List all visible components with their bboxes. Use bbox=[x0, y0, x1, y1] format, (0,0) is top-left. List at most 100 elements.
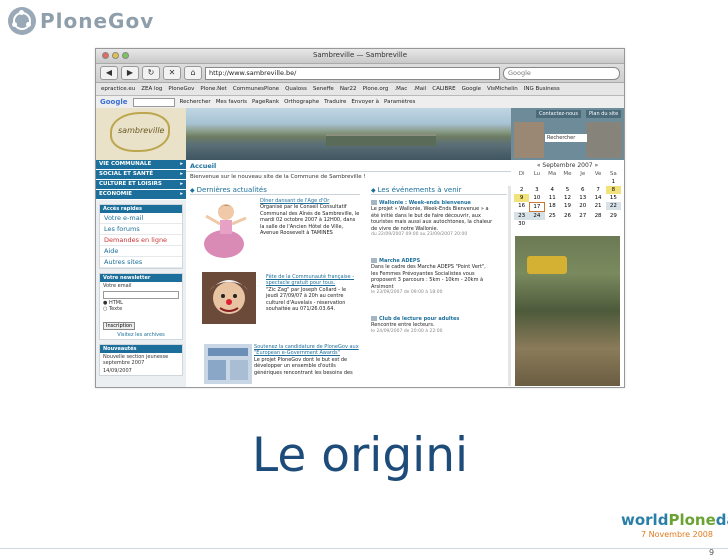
home-icon[interactable]: ⌂ bbox=[184, 66, 202, 80]
calendar-day[interactable]: 26 bbox=[560, 212, 575, 220]
reload-icon[interactable]: ↻ bbox=[142, 66, 160, 80]
calendar-day[interactable]: 19 bbox=[560, 202, 575, 210]
bookmark-item[interactable]: epractice.eu bbox=[101, 86, 135, 92]
sambreville-logo[interactable]: sambreville bbox=[96, 108, 186, 160]
calendar-day[interactable]: 17 bbox=[529, 202, 545, 212]
event-date: du 22/09/2007 09:00 au 23/09/2007 20:00 bbox=[371, 232, 468, 238]
calendar-day[interactable]: 24 bbox=[529, 212, 545, 220]
address-bar[interactable]: http://www.sambreville.be/ bbox=[205, 66, 500, 80]
calendar-day[interactable]: 22 bbox=[605, 202, 621, 210]
contact-link[interactable]: Contactez-nous bbox=[536, 110, 581, 118]
event-item: Marche ADEPS Dans le cadre des Marche AD… bbox=[371, 258, 507, 296]
bookmark-item[interactable]: ZEA log bbox=[141, 86, 162, 92]
plonegov-award-image bbox=[204, 344, 252, 384]
calendar-day[interactable]: 3 bbox=[529, 186, 544, 194]
bookmark-item[interactable]: CALIBRE bbox=[432, 86, 455, 92]
bookmark-item[interactable]: VisMichelin bbox=[487, 86, 518, 92]
calendar-day[interactable]: 23 bbox=[514, 212, 530, 220]
bookmark-item[interactable]: Seneffe bbox=[313, 86, 334, 92]
calendar-title: « Septembre 2007 » bbox=[536, 162, 599, 169]
calendar-day[interactable]: 12 bbox=[560, 194, 575, 202]
browser-navbar: ◀ ▶ ↻ ✕ ⌂ http://www.sambreville.be/ Goo… bbox=[96, 64, 624, 83]
bookmark-item[interactable]: .Mac bbox=[394, 86, 407, 92]
newsletter-subscribe-button[interactable]: Inscription bbox=[103, 322, 136, 330]
forward-arrow-icon[interactable]: ▶ bbox=[121, 66, 139, 80]
chevron-right-icon: ▸ bbox=[180, 171, 183, 177]
dancer-illustration bbox=[204, 204, 247, 258]
bookmark-item[interactable]: Nar22 bbox=[340, 86, 357, 92]
calendar-weekday: Je bbox=[580, 171, 586, 177]
calendar-day[interactable]: 9 bbox=[514, 194, 530, 202]
quick-link[interactable]: Autres sites bbox=[100, 257, 182, 268]
calendar-day[interactable]: 16 bbox=[514, 202, 529, 210]
quick-link[interactable]: Les forums bbox=[100, 224, 182, 235]
news-box-item[interactable]: Nouvelle section jeunesse septembre 2007 bbox=[100, 353, 182, 367]
stop-icon[interactable]: ✕ bbox=[163, 66, 181, 80]
calendar-day[interactable]: 15 bbox=[606, 194, 621, 202]
calendar-day[interactable]: 14 bbox=[590, 194, 605, 202]
site-main-content: Accueil Bienvenue sur le nouveau site de… bbox=[186, 160, 512, 387]
google-toolbar-item[interactable]: Envoyer à bbox=[351, 99, 379, 105]
event-poster[interactable] bbox=[515, 236, 620, 386]
newsletter-archives-link[interactable]: Visitez les archives bbox=[100, 331, 182, 339]
calendar-day[interactable]: 4 bbox=[545, 186, 560, 194]
calendar-day[interactable]: 13 bbox=[575, 194, 590, 202]
calendar-day[interactable]: 2 bbox=[514, 186, 529, 194]
bookmark-item[interactable]: Plone.org bbox=[363, 86, 389, 92]
calendar-day[interactable]: 1 bbox=[606, 178, 621, 186]
browser-search-input[interactable]: Google bbox=[503, 66, 620, 80]
breadcrumb[interactable]: Accueil bbox=[186, 160, 511, 172]
newsletter-text-radio[interactable]: ○ Texte bbox=[100, 306, 182, 312]
site-search-input[interactable]: Rechercher bbox=[545, 134, 587, 142]
back-arrow-icon[interactable]: ◀ bbox=[100, 66, 118, 80]
event-icon bbox=[371, 200, 377, 205]
quick-link[interactable]: Aide bbox=[100, 246, 182, 257]
calendar-day[interactable]: 25 bbox=[545, 212, 560, 220]
newsletter-email-input[interactable] bbox=[103, 291, 179, 299]
calendar-grid: Di Lu Ma Me Je Ve Sa 1 2 3 4 5 6 7 8 9 10 11 12 13 14 15 16 17 1… bbox=[514, 170, 621, 228]
menu-culture-loisirs[interactable]: CULTURE ET LOISIRS ▸ bbox=[96, 180, 186, 190]
google-toolbar-item[interactable]: Traduire bbox=[324, 99, 346, 105]
poster-badge bbox=[527, 256, 567, 274]
bookmark-item[interactable]: ING Business bbox=[524, 86, 560, 92]
calendar-day[interactable]: 11 bbox=[545, 194, 560, 202]
calendar-day[interactable]: 28 bbox=[590, 212, 605, 220]
news-title-link[interactable]: Fête de la Communauté française - specta… bbox=[266, 274, 366, 287]
calendar-day[interactable]: 30 bbox=[514, 220, 529, 228]
bookmark-item[interactable]: .Mail bbox=[413, 86, 426, 92]
google-toolbar-item[interactable]: Mes favoris bbox=[216, 99, 247, 105]
calendar-day[interactable]: 5 bbox=[560, 186, 575, 194]
calendar-day[interactable]: 29 bbox=[606, 212, 621, 220]
calendar-day[interactable]: 8 bbox=[605, 186, 621, 194]
bookmark-item[interactable]: Qualoss bbox=[285, 86, 307, 92]
calendar-day[interactable]: 10 bbox=[529, 194, 544, 202]
google-toolbar-item[interactable]: PageRank bbox=[252, 99, 279, 105]
sitemap-link[interactable]: Plan du site bbox=[586, 110, 622, 118]
calendar-day[interactable]: 18 bbox=[545, 202, 560, 210]
bookmark-item[interactable]: Plone.Net bbox=[200, 86, 226, 92]
menu-social-sante[interactable]: SOCIAL ET SANTÉ ▸ bbox=[96, 170, 186, 180]
bookmark-item[interactable]: Google bbox=[462, 86, 481, 92]
calendar-day[interactable]: 7 bbox=[590, 186, 605, 194]
menu-economie[interactable]: ECONOMIE ▸ bbox=[96, 190, 186, 200]
welcome-text: Bienvenue sur le nouveau site de la Comm… bbox=[190, 174, 366, 180]
event-title: Wallonie : Week-ends bienvenue bbox=[379, 200, 471, 206]
calendar-empty-cell bbox=[545, 178, 560, 186]
calendar-day[interactable]: 6 bbox=[575, 186, 590, 194]
calendar-day[interactable]: 20 bbox=[575, 202, 590, 210]
google-toolbar-input[interactable] bbox=[132, 97, 175, 107]
news-item: Dîner dansant de l'Age d'Or Organisé par… bbox=[260, 198, 370, 236]
google-toolbar-item[interactable]: Paramètres bbox=[384, 99, 415, 105]
calendar-weekday: Me bbox=[563, 171, 572, 177]
quick-link[interactable]: Votre e-mail bbox=[100, 213, 182, 224]
bookmark-item[interactable]: PloneGov bbox=[168, 86, 194, 92]
quick-link[interactable]: Demandes en ligne bbox=[100, 235, 182, 246]
plonegov-logo-icon bbox=[8, 7, 36, 35]
calendar-day[interactable]: 27 bbox=[575, 212, 590, 220]
google-toolbar-item[interactable]: Rechercher bbox=[180, 99, 211, 105]
google-toolbar-item[interactable]: Orthographe bbox=[284, 99, 319, 105]
news-title-link[interactable]: Soutenez la candidature de PloneGov aux … bbox=[254, 344, 368, 357]
calendar-day[interactable]: 21 bbox=[590, 202, 605, 210]
menu-vie-communale[interactable]: VIE COMMUNALE ▸ bbox=[96, 160, 186, 170]
bookmark-item[interactable]: CommunesPlone bbox=[233, 86, 279, 92]
